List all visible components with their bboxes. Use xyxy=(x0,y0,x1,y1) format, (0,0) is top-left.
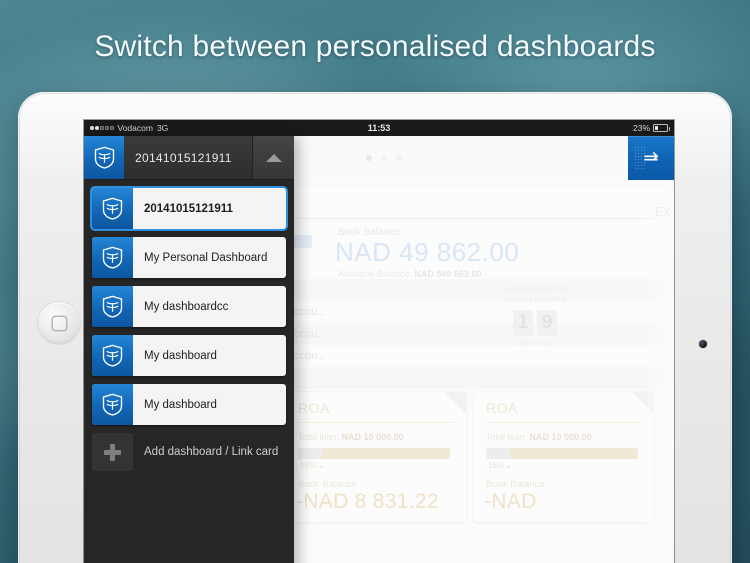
status-bar: Vodacom 3G 11:53 23% xyxy=(84,120,674,136)
add-dashboard-label: Add dashboard / Link card xyxy=(144,446,279,458)
dashboard-item-label: My dashboard xyxy=(144,349,217,362)
available-balance-row: Available Balance: NAD 549 862.00 xyxy=(338,269,481,279)
dashboard-list-item[interactable]: 20141015121911 xyxy=(92,188,286,229)
battery-icon xyxy=(653,124,670,132)
dashboard-list-item[interactable]: My dashboardcc xyxy=(92,286,286,327)
grip-dots-icon xyxy=(634,146,647,170)
loan-progress-bar xyxy=(298,448,450,459)
status-bar-left: Vodacom 3G xyxy=(90,123,168,133)
available-balance-label: Available Balance: xyxy=(338,269,412,279)
loan-book-balance-label: Book Balance xyxy=(298,479,357,490)
edge-card-label: Ex xyxy=(654,204,670,219)
loan-card-title: ROA xyxy=(486,400,518,416)
loan-percent-label: 15% xyxy=(300,461,466,470)
loan-card-title: ROA xyxy=(298,400,330,416)
loan-card[interactable]: ROA Total loan: NAD 10 000.00 15% Book B… xyxy=(286,392,466,522)
loan-progress-bar xyxy=(486,448,638,459)
dashboard-item-label: My Personal Dashboard xyxy=(144,251,268,264)
last-activity-days: 1 9 xyxy=(492,309,578,336)
promo-title: Switch between personalised dashboards xyxy=(94,30,656,63)
last-activity-digit-1: 1 xyxy=(513,309,533,336)
loan-book-balance-value: -NAD xyxy=(484,490,537,513)
loan-book-balance-value: -NAD 8 831.22 xyxy=(296,490,439,513)
loan-total-value: NAD 10 000.00 xyxy=(529,432,592,442)
dashboard-drawer: 20141015121911 20141015121911 My Persona… xyxy=(84,136,294,563)
last-activity-text: Last activity on this account occurred xyxy=(501,284,569,304)
ipad-device-frame: Vodacom 3G 11:53 23% 20141015121911 xyxy=(18,92,732,563)
carrier-label: Vodacom xyxy=(117,123,153,133)
last-activity-suffix: days ago xyxy=(518,338,552,348)
app-body: 20141015121911 xyxy=(84,136,674,563)
signal-strength-icon xyxy=(90,126,114,130)
drawer-collapse-button[interactable] xyxy=(252,136,294,179)
dashboard-list-item[interactable]: My Personal Dashboard xyxy=(92,237,286,278)
drawer-header[interactable]: 20141015121911 xyxy=(84,136,294,180)
status-bar-right: 23% xyxy=(632,123,670,133)
standard-bank-shield-icon xyxy=(92,384,133,425)
dashboard-item-label: My dashboard xyxy=(144,398,217,411)
loan-total-label: Total loan: xyxy=(486,432,528,442)
last-activity-badge: Last activity on this account occurred 1… xyxy=(492,284,578,348)
offscreen-card-edge: Ex xyxy=(644,186,674,563)
loan-book-balance-label: Book Balance xyxy=(486,479,545,490)
battery-percent-label: 23% xyxy=(632,123,650,133)
loan-total-label: Total loan: xyxy=(298,432,340,442)
drawer-header-label: 20141015121911 xyxy=(135,150,232,165)
standard-bank-shield-icon xyxy=(92,237,133,278)
front-camera xyxy=(699,340,707,348)
chevron-up-icon xyxy=(265,153,282,162)
dashboard-list: 20141015121911 My Personal Dashboard My … xyxy=(84,180,294,425)
page-indicator-dots[interactable] xyxy=(366,155,403,161)
standard-bank-shield-icon xyxy=(92,286,133,327)
loan-total-value: NAD 10 000.00 xyxy=(341,432,404,442)
dashboard-list-item[interactable]: My dashboard xyxy=(92,335,286,376)
standard-bank-shield-icon xyxy=(84,136,124,179)
dashboard-item-label: 20141015121911 xyxy=(144,202,233,215)
last-activity-digit-2: 9 xyxy=(537,309,557,336)
card-fold-corner xyxy=(444,392,466,414)
standard-bank-shield-icon xyxy=(92,188,133,229)
plus-icon xyxy=(92,433,133,471)
standard-bank-shield-icon xyxy=(92,335,133,376)
device-screen: Vodacom 3G 11:53 23% 20141015121911 xyxy=(84,120,674,563)
book-balance-value: NAD 49 862.00 xyxy=(335,237,520,267)
dashboard-list-item[interactable]: My dashboard xyxy=(92,384,286,425)
loan-card[interactable]: ROA Total loan: NAD 10 000.00 15% Book B… xyxy=(474,392,654,522)
loan-percent-label: 15% xyxy=(488,461,654,470)
transfer-button[interactable] xyxy=(628,136,674,180)
home-button[interactable] xyxy=(38,302,80,344)
status-bar-clock: 11:53 xyxy=(367,123,391,133)
loan-total-row: Total loan: NAD 10 000.00 xyxy=(286,423,466,442)
available-balance-value: NAD 549 862.00 xyxy=(414,269,482,279)
home-button-square-icon xyxy=(53,317,66,330)
network-type-label: 3G xyxy=(156,123,169,133)
add-dashboard-row[interactable]: Add dashboard / Link card xyxy=(84,433,294,471)
loan-total-row: Total loan: NAD 10 000.00 xyxy=(474,423,654,442)
dashboard-item-label: My dashboardcc xyxy=(144,300,229,313)
